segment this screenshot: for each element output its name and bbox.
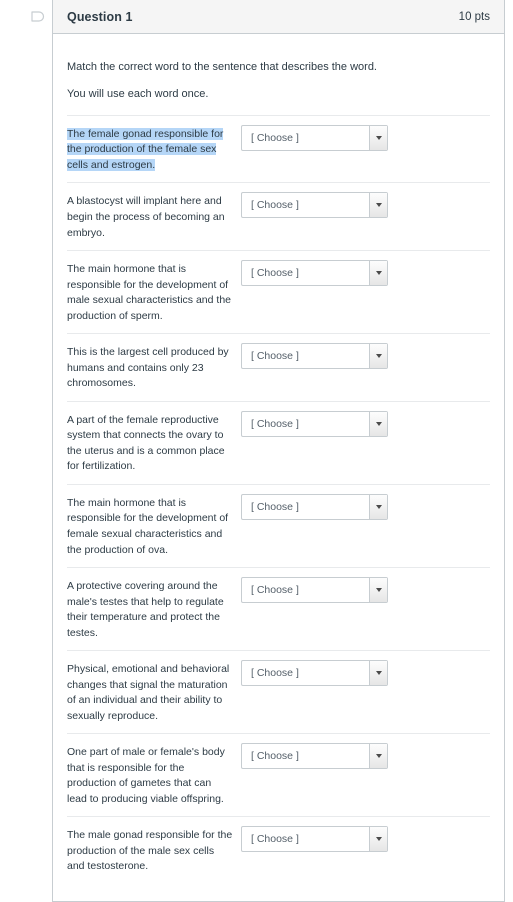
- matching-row: This is the largest cell produced by hum…: [67, 334, 490, 402]
- answer-select[interactable]: [ Choose ]: [241, 826, 388, 853]
- answer-select[interactable]: [ Choose ]: [241, 260, 388, 287]
- matching-row: The male gonad responsible for the produ…: [67, 817, 490, 901]
- matching-row: The main hormone that is responsible for…: [67, 251, 490, 335]
- answer-select[interactable]: [ Choose ]: [241, 410, 388, 437]
- chevron-down-icon[interactable]: [369, 193, 387, 218]
- matching-row: The female gonad responsible for the pro…: [67, 116, 490, 184]
- prompt-text: The main hormone that is responsible for…: [67, 496, 229, 556]
- answer-select-value: [ Choose ]: [251, 199, 299, 212]
- answer-select-value: [ Choose ]: [251, 350, 299, 363]
- answer-select-cell: [ Choose ]: [237, 577, 388, 604]
- matching-row: A blastocyst will implant here and begin…: [67, 183, 490, 252]
- answer-select-value: [ Choose ]: [251, 667, 299, 680]
- question-card: Question 1 10 pts Match the correct word…: [52, 0, 505, 902]
- prompt-text: The male gonad responsible for the produ…: [67, 829, 233, 873]
- answer-select-cell: [ Choose ]: [237, 260, 388, 287]
- answer-select[interactable]: [ Choose ]: [241, 493, 388, 520]
- matching-row: A part of the female reproductive system…: [67, 402, 490, 485]
- answer-select[interactable]: [ Choose ]: [241, 343, 388, 370]
- prompt-text: The female gonad responsible for the pro…: [67, 125, 237, 174]
- instruction-line-2: You will use each word once.: [67, 87, 209, 100]
- chevron-down-icon[interactable]: [369, 411, 387, 436]
- question-header: Question 1 10 pts: [53, 0, 504, 34]
- page-title: Question 1: [67, 9, 133, 24]
- matching-row: The main hormone that is responsible for…: [67, 485, 490, 569]
- answer-select-value: [ Choose ]: [251, 833, 299, 846]
- matching-row: Physical, emotional and behavioral chang…: [67, 651, 490, 735]
- prompt-text: This is the largest cell produced by hum…: [67, 346, 229, 390]
- instructions: Match the correct word to the sentence t…: [67, 34, 490, 115]
- answer-select-cell: [ Choose ]: [237, 343, 388, 370]
- prompt-highlight: The female gonad responsible for the pro…: [67, 127, 224, 171]
- matching-rows: The female gonad responsible for the pro…: [67, 114, 490, 901]
- chevron-down-icon[interactable]: [369, 261, 387, 286]
- chevron-down-icon[interactable]: [369, 125, 387, 150]
- chevron-down-icon[interactable]: [369, 344, 387, 369]
- answer-select-cell: [ Choose ]: [237, 660, 388, 687]
- prompt-text: The main hormone that is responsible for…: [67, 263, 231, 322]
- answer-select[interactable]: [ Choose ]: [241, 124, 388, 151]
- answer-select-cell: [ Choose ]: [237, 493, 388, 520]
- matching-row: One part of male or female's body that i…: [67, 734, 490, 818]
- answer-select-value: [ Choose ]: [251, 750, 299, 763]
- answer-select[interactable]: [ Choose ]: [241, 577, 388, 604]
- answer-select-cell: [ Choose ]: [237, 124, 388, 151]
- matching-row: A protective covering around the male's …: [67, 568, 490, 652]
- answer-select-value: [ Choose ]: [251, 267, 299, 280]
- prompt-text: A part of the female reproductive system…: [67, 413, 225, 473]
- chevron-down-icon[interactable]: [369, 744, 387, 769]
- prompt-text: One part of male or female's body that i…: [67, 746, 225, 805]
- question-points: 10 pts: [458, 10, 490, 23]
- answer-select-value: [ Choose ]: [251, 584, 299, 597]
- quiz-question-page: Question 1 10 pts Match the correct word…: [0, 0, 513, 902]
- answer-select-cell: [ Choose ]: [237, 192, 388, 219]
- flag-outline-icon[interactable]: [30, 10, 46, 26]
- answer-select-value: [ Choose ]: [251, 417, 299, 430]
- answer-select[interactable]: [ Choose ]: [241, 192, 388, 219]
- chevron-down-icon[interactable]: [369, 494, 387, 519]
- question-body: Match the correct word to the sentence t…: [53, 34, 504, 901]
- answer-select[interactable]: [ Choose ]: [241, 660, 388, 687]
- prompt-text: A blastocyst will implant here and begin…: [67, 195, 225, 239]
- chevron-down-icon[interactable]: [369, 661, 387, 686]
- chevron-down-icon[interactable]: [369, 827, 387, 852]
- answer-select-value: [ Choose ]: [251, 131, 299, 144]
- answer-select[interactable]: [ Choose ]: [241, 743, 388, 770]
- answer-select-cell: [ Choose ]: [237, 410, 388, 437]
- answer-select-value: [ Choose ]: [251, 500, 299, 513]
- answer-select-cell: [ Choose ]: [237, 826, 388, 853]
- prompt-text: A protective covering around the male's …: [67, 580, 224, 639]
- answer-select-cell: [ Choose ]: [237, 743, 388, 770]
- prompt-text: Physical, emotional and behavioral chang…: [67, 663, 230, 722]
- instruction-line-1: Match the correct word to the sentence t…: [67, 61, 377, 73]
- chevron-down-icon[interactable]: [369, 578, 387, 603]
